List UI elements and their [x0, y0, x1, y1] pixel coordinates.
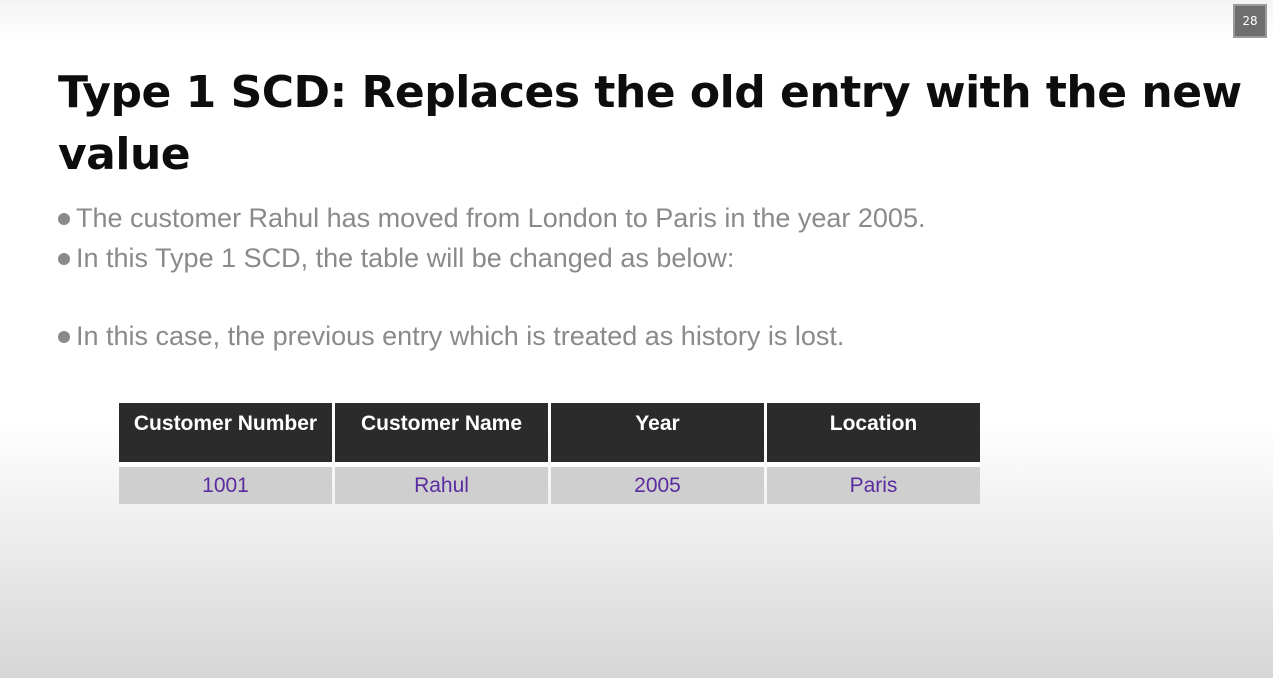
bullet-icon — [58, 213, 70, 225]
slide-title: Type 1 SCD: Replaces the old entry with … — [58, 67, 1242, 180]
bullet-spacer — [58, 278, 1208, 316]
cell-year: 2005 — [551, 467, 764, 504]
bullet-item: The customer Rahul has moved from London… — [58, 198, 1208, 238]
bullet-text: The customer Rahul has moved from London… — [76, 203, 926, 233]
column-header-location: Location — [767, 403, 980, 467]
table-header-row: Customer Number Customer Name Year Locat… — [119, 403, 980, 467]
column-header-year: Year — [551, 403, 764, 467]
bullet-text: In this Type 1 SCD, the table will be ch… — [76, 243, 735, 273]
table-row: 1001 Rahul 2005 Paris — [119, 467, 980, 504]
bullet-icon — [58, 253, 70, 265]
bullet-icon — [58, 331, 70, 343]
bullet-item: In this Type 1 SCD, the table will be ch… — [58, 238, 1208, 278]
slide-number-badge: 28 — [1233, 4, 1267, 38]
column-header-customer-number: Customer Number — [119, 403, 332, 467]
bullet-item: In this case, the previous entry which i… — [58, 316, 1208, 356]
bullet-text: In this case, the previous entry which i… — [76, 321, 845, 351]
cell-customer-number: 1001 — [119, 467, 332, 504]
column-header-customer-name: Customer Name — [335, 403, 548, 467]
bullet-list: The customer Rahul has moved from London… — [58, 198, 1208, 356]
customer-table: Customer Number Customer Name Year Locat… — [116, 403, 983, 504]
cell-customer-name: Rahul — [335, 467, 548, 504]
cell-location: Paris — [767, 467, 980, 504]
